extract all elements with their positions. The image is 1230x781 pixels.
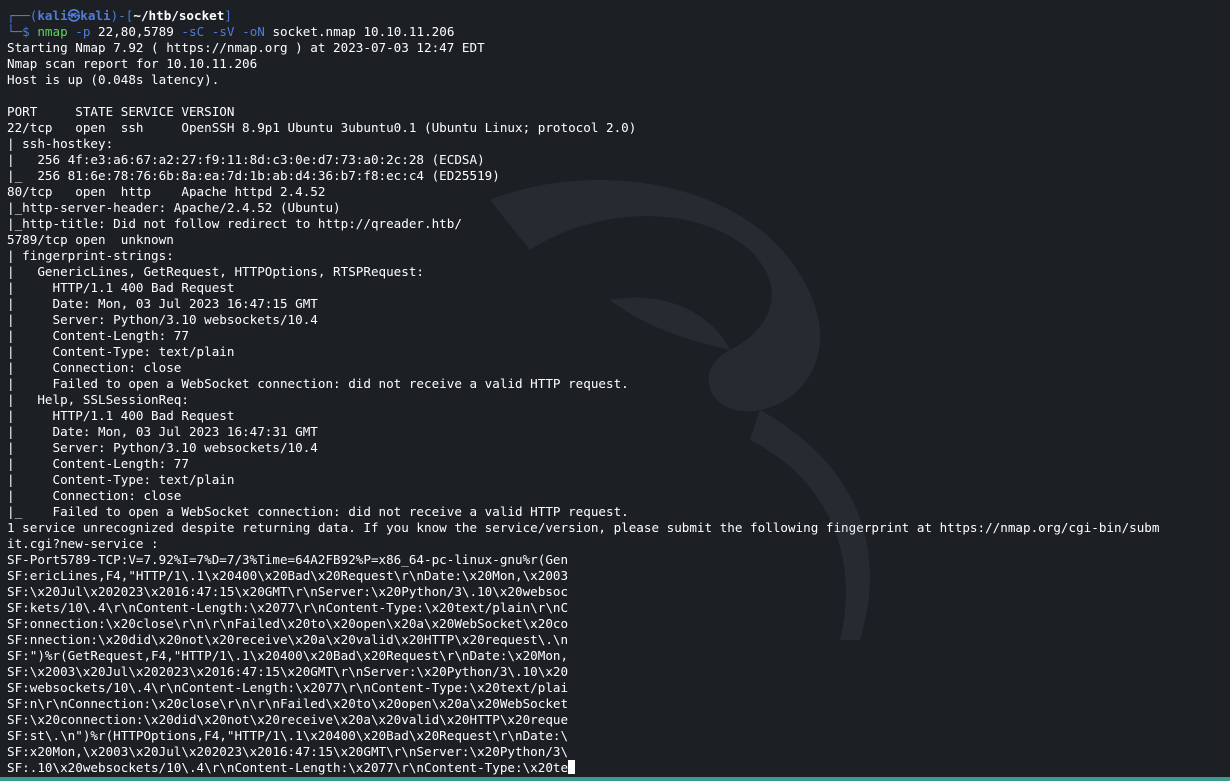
output-line: | HTTP/1.1 400 Bad Request — [7, 408, 235, 423]
output-line: SF:n\r\nConnection:\x20close\r\n\r\nFail… — [7, 696, 569, 711]
output-line: |_http-server-header: Apache/2.4.52 (Ubu… — [7, 200, 341, 215]
output-line: Host is up (0.048s latency). — [7, 72, 220, 87]
output-line: SF:st\.\n")%r(HTTPOptions,F4,"HTTP/1\.1\… — [7, 728, 569, 743]
output-line: | Content-Length: 77 — [7, 328, 189, 343]
output-line: |_http-title: Did not follow redirect to… — [7, 216, 462, 231]
output-line: | Content-Length: 77 — [7, 456, 189, 471]
output-line: | Connection: close — [7, 360, 182, 375]
output-line: Nmap scan report for 10.10.11.206 — [7, 56, 258, 71]
prompt-close: ] — [224, 8, 232, 23]
output-line: SF:ericLines,F4,"HTTP/1\.1\x20400\x20Bad… — [7, 568, 569, 583]
terminal-output: Starting Nmap 7.92 ( https://nmap.org ) … — [7, 40, 1230, 776]
tmux-status-bar — [0, 777, 1230, 781]
command-flag: -sC — [173, 24, 205, 39]
output-line: SF:onnection:\x20close\r\n\r\nFailed\x20… — [7, 616, 569, 631]
output-line: 22/tcp open ssh OpenSSH 8.9p1 Ubuntu 3ub… — [7, 120, 637, 135]
output-line: | Content-Type: text/plain — [7, 344, 235, 359]
command-flag: -oN — [234, 24, 265, 39]
output-line: SF:x20Mon,\x2003\x20Jul\x202023\x2016:47… — [7, 744, 569, 759]
output-line: SF:\x20connection:\x20did\x20not\x20rece… — [7, 712, 569, 727]
output-line: Starting Nmap 7.92 ( https://nmap.org ) … — [7, 40, 485, 55]
terminal-cursor — [568, 760, 576, 774]
output-line: SF:websockets/10\.4\r\nContent-Length:\x… — [7, 680, 569, 695]
output-line: SF:kets/10\.4\r\nContent-Length:\x2077\r… — [7, 600, 569, 615]
command-arg: socket.nmap 10.10.11.206 — [264, 24, 455, 39]
output-line: 5789/tcp open unknown — [7, 232, 174, 247]
output-line: | Help, SSLSessionReq: — [7, 392, 189, 407]
prompt-user: kali㉿kali — [37, 8, 111, 23]
output-line: | ssh-hostkey: — [7, 136, 114, 151]
command-flag: -p — [67, 24, 91, 39]
output-line: it.cgi?new-service : — [7, 536, 159, 551]
output-line: SF:nnection:\x20did\x20not\x20receive\x2… — [7, 632, 569, 647]
command-flag: -sV — [204, 24, 235, 39]
output-line: 1 service unrecognized despite returning… — [7, 520, 1160, 535]
output-line: |_ 256 81:6e:78:76:6b:8a:ea:7d:1b:ab:d4:… — [7, 168, 500, 183]
command-name: nmap — [37, 24, 68, 39]
output-line: SF:\x20Jul\x202023\x2016:47:15\x20GMT\r\… — [7, 584, 569, 599]
output-line: |_ Failed to open a WebSocket connection… — [7, 504, 629, 519]
output-line: | Date: Mon, 03 Jul 2023 16:47:31 GMT — [7, 424, 318, 439]
output-line: | Failed to open a WebSocket connection:… — [7, 376, 629, 391]
command-line: └─$ nmap -p 22,80,5789 -sC -sV -oN socke… — [7, 24, 1230, 40]
output-line: | GenericLines, GetRequest, HTTPOptions,… — [7, 264, 425, 279]
prompt-corner: ┌──( — [7, 8, 38, 23]
output-line: | Connection: close — [7, 488, 182, 503]
output-line: SF:")%r(GetRequest,F4,"HTTP/1\.1\x20400\… — [7, 648, 569, 663]
command-arg: 22,80,5789 — [90, 24, 174, 39]
output-line: | Server: Python/3.10 websockets/10.4 — [7, 312, 318, 327]
terminal-window[interactable]: ┌──(kali㉿kali)-[~/htb/socket] └─$ nmap -… — [0, 0, 1230, 781]
output-line: SF:.10\x20websockets/10\.4\r\nContent-Le… — [7, 760, 1230, 776]
output-line: | Server: Python/3.10 websockets/10.4 — [7, 440, 318, 455]
output-line: 80/tcp open http Apache httpd 2.4.52 — [7, 184, 326, 199]
prompt-header-line: ┌──(kali㉿kali)-[~/htb/socket] — [7, 8, 1230, 24]
output-line: | 256 4f:e3:a6:67:a2:27:f9:11:8d:c3:0e:d… — [7, 152, 485, 167]
output-line: | Date: Mon, 03 Jul 2023 16:47:15 GMT — [7, 296, 318, 311]
output-line: PORT STATE SERVICE VERSION — [7, 104, 235, 119]
output-line: SF:\x2003\x20Jul\x202023\x2016:47:15\x20… — [7, 664, 569, 679]
output-line: SF-Port5789-TCP:V=7.92%I=7%D=7/3%Time=64… — [7, 552, 569, 567]
output-line: | Content-Type: text/plain — [7, 472, 235, 487]
prompt-separator: )-[ — [110, 8, 134, 23]
output-line: | fingerprint-strings: — [7, 248, 174, 263]
prompt-path: ~/htb/socket — [133, 8, 225, 23]
output-line: | HTTP/1.1 400 Bad Request — [7, 280, 235, 295]
prompt-dollar: └─$ — [7, 24, 38, 39]
